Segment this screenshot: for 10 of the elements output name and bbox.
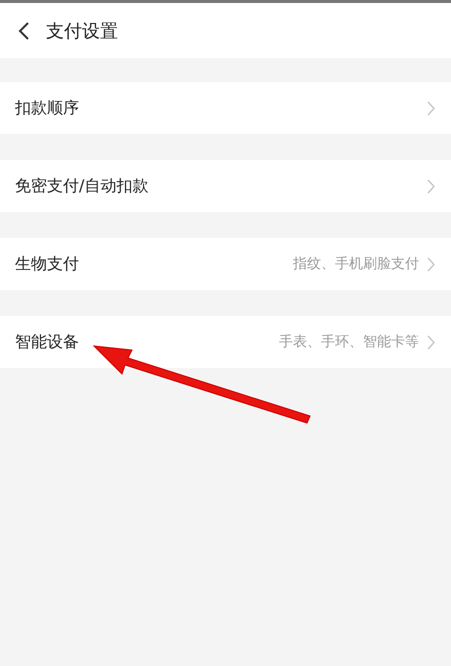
page-title: 支付设置 (46, 20, 118, 42)
settings-row[interactable]: 免密支付/自动扣款 (0, 160, 451, 212)
back-button[interactable] (18, 20, 30, 40)
chevron-icon (427, 100, 435, 116)
settings-row[interactable]: 生物支付 指纹、手机刷脸支付 (0, 238, 451, 290)
settings-row[interactable]: 扣款顺序 (0, 82, 451, 134)
chevron-icon (427, 178, 435, 194)
settings-row[interactable]: 智能设备 手表、手环、智能卡等 (0, 316, 451, 368)
chevron-icon (427, 334, 435, 350)
chevron-icon (427, 256, 435, 272)
